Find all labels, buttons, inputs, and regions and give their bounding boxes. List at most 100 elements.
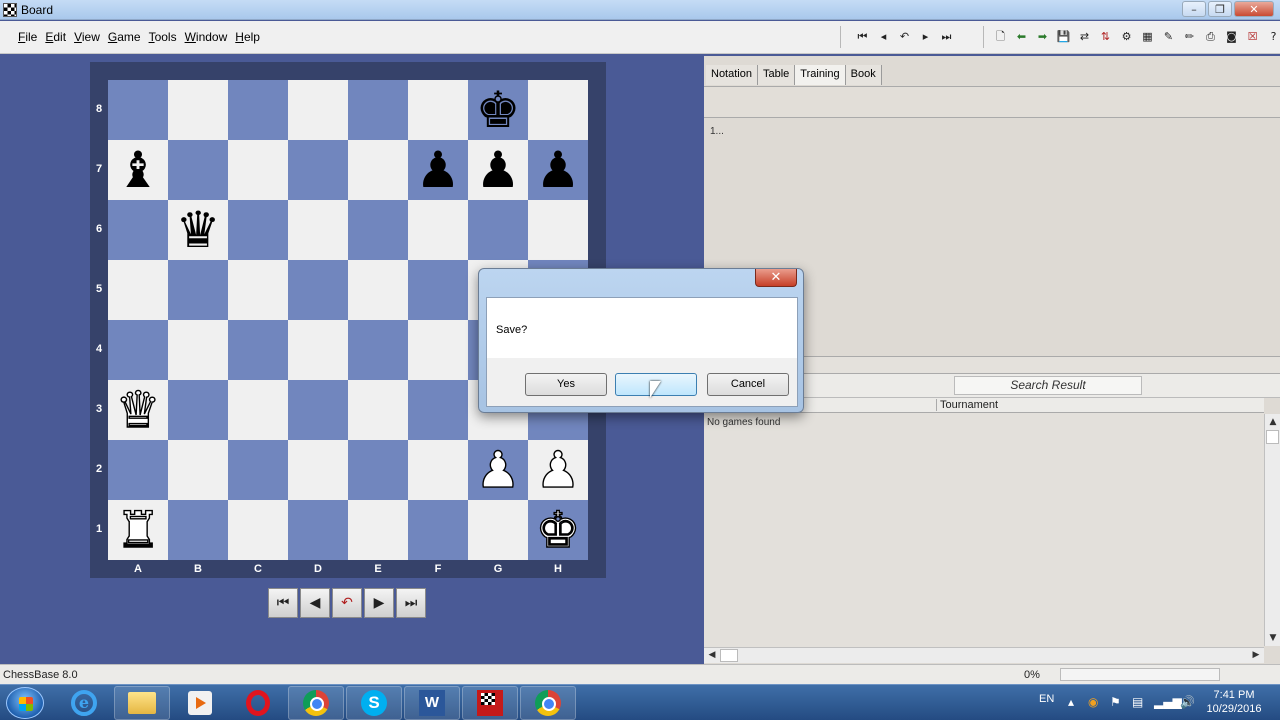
tray-app-icon[interactable]: ◉ bbox=[1088, 695, 1098, 709]
black-king[interactable]: ♚ bbox=[476, 85, 521, 135]
white-pawn[interactable]: ♟ bbox=[535, 444, 581, 495]
square-a8[interactable] bbox=[108, 80, 168, 140]
scroll-up-icon[interactable]: ▲ bbox=[1265, 414, 1280, 430]
horizontal-scrollbar[interactable]: ◀ ▶ bbox=[704, 647, 1264, 663]
square-a5[interactable] bbox=[108, 260, 168, 320]
square-e8[interactable] bbox=[348, 80, 408, 140]
first-move-button[interactable]: ⏮ bbox=[268, 588, 298, 618]
taskbar-explorer[interactable] bbox=[114, 686, 170, 720]
square-d2[interactable] bbox=[288, 440, 348, 500]
black-bishop[interactable]: ♝ bbox=[116, 145, 161, 195]
square-b1[interactable] bbox=[168, 500, 228, 560]
camera-icon[interactable]: ◙ bbox=[1223, 29, 1240, 45]
square-g6[interactable] bbox=[468, 200, 528, 260]
scroll-down-icon[interactable]: ▼ bbox=[1265, 630, 1280, 646]
replace-icon[interactable]: ⇄ bbox=[1076, 29, 1093, 45]
tab-notation[interactable]: Notation bbox=[706, 65, 758, 85]
white-king[interactable]: ♚ bbox=[535, 504, 581, 555]
square-d8[interactable] bbox=[288, 80, 348, 140]
white-queen[interactable]: ♛ bbox=[115, 384, 161, 435]
minimize-button[interactable]: – bbox=[1182, 1, 1206, 17]
vertical-scrollbar[interactable]: ▲ ▼ bbox=[1264, 414, 1280, 646]
menu-help[interactable]: Help bbox=[231, 30, 264, 44]
square-c4[interactable] bbox=[228, 320, 288, 380]
taskbar-opera[interactable] bbox=[230, 686, 286, 720]
taskbar-skype[interactable]: S bbox=[346, 686, 402, 720]
square-b2[interactable] bbox=[168, 440, 228, 500]
square-e1[interactable] bbox=[348, 500, 408, 560]
menu-view[interactable]: View bbox=[70, 30, 104, 44]
show-hidden-icons-icon[interactable]: ▴ bbox=[1068, 695, 1074, 709]
menu-edit[interactable]: Edit bbox=[41, 30, 70, 44]
square-c7[interactable] bbox=[228, 140, 288, 200]
square-f3[interactable] bbox=[408, 380, 468, 440]
square-g8[interactable]: ♚ bbox=[468, 80, 528, 140]
close-window-button[interactable]: ✕ bbox=[1234, 1, 1274, 17]
square-b3[interactable] bbox=[168, 380, 228, 440]
pen-icon[interactable]: ✎ bbox=[1160, 29, 1177, 45]
square-e6[interactable] bbox=[348, 200, 408, 260]
device-icon[interactable]: ▤ bbox=[1132, 695, 1143, 709]
square-f5[interactable] bbox=[408, 260, 468, 320]
square-c2[interactable] bbox=[228, 440, 288, 500]
square-a6[interactable] bbox=[108, 200, 168, 260]
next-move-button[interactable]: ▶ bbox=[364, 588, 394, 618]
engine-icon[interactable]: ⚙ bbox=[1118, 29, 1135, 45]
take-back-icon[interactable]: ↶ bbox=[896, 29, 913, 45]
square-c8[interactable] bbox=[228, 80, 288, 140]
square-c3[interactable] bbox=[228, 380, 288, 440]
square-f4[interactable] bbox=[408, 320, 468, 380]
system-clock[interactable]: 7:41 PM 10/29/2016 bbox=[1199, 688, 1269, 716]
square-g7[interactable]: ♟ bbox=[468, 140, 528, 200]
square-f6[interactable] bbox=[408, 200, 468, 260]
prev-move-icon[interactable]: ◂ bbox=[875, 29, 892, 45]
cancel-button[interactable]: Cancel bbox=[707, 373, 789, 396]
take-back-button[interactable]: ↶ bbox=[332, 588, 362, 618]
first-move-icon[interactable]: ⏮ bbox=[854, 29, 871, 45]
last-move-icon[interactable]: ⏭ bbox=[938, 29, 955, 45]
print-icon[interactable]: ⎙ bbox=[1202, 29, 1219, 45]
scroll-left-icon[interactable]: ◀ bbox=[704, 648, 720, 663]
white-rook[interactable]: ♜ bbox=[115, 504, 161, 555]
square-b6[interactable]: ♛ bbox=[168, 200, 228, 260]
square-h8[interactable] bbox=[528, 80, 588, 140]
square-d7[interactable] bbox=[288, 140, 348, 200]
save-icon[interactable]: 💾 bbox=[1055, 29, 1072, 45]
taskbar-media-player[interactable] bbox=[172, 686, 228, 720]
square-e5[interactable] bbox=[348, 260, 408, 320]
square-c6[interactable] bbox=[228, 200, 288, 260]
menu-game[interactable]: Game bbox=[104, 30, 145, 44]
taskbar-chrome-2[interactable] bbox=[520, 686, 576, 720]
white-pawn[interactable]: ♟ bbox=[475, 444, 521, 495]
analysis-icon[interactable]: ☒ bbox=[1244, 29, 1261, 45]
square-c5[interactable] bbox=[228, 260, 288, 320]
square-a4[interactable] bbox=[108, 320, 168, 380]
tournament-column-header[interactable]: Tournament bbox=[936, 399, 998, 411]
square-h1[interactable]: ♚ bbox=[528, 500, 588, 560]
prev-move-button[interactable]: ◀ bbox=[300, 588, 330, 618]
arrow-right-icon[interactable]: ➡ bbox=[1034, 29, 1051, 45]
black-pawn[interactable]: ♟ bbox=[416, 145, 461, 195]
square-h2[interactable]: ♟ bbox=[528, 440, 588, 500]
square-g1[interactable] bbox=[468, 500, 528, 560]
square-f7[interactable]: ♟ bbox=[408, 140, 468, 200]
square-e2[interactable] bbox=[348, 440, 408, 500]
flip-board-icon[interactable]: ⇅ bbox=[1097, 29, 1114, 45]
menu-tools[interactable]: Tools bbox=[145, 30, 181, 44]
scroll-thumb[interactable] bbox=[1266, 430, 1279, 444]
square-b4[interactable] bbox=[168, 320, 228, 380]
square-a7[interactable]: ♝ bbox=[108, 140, 168, 200]
square-a1[interactable]: ♜ bbox=[108, 500, 168, 560]
black-queen[interactable]: ♛ bbox=[176, 205, 221, 255]
square-d3[interactable] bbox=[288, 380, 348, 440]
square-d6[interactable] bbox=[288, 200, 348, 260]
black-pawn[interactable]: ♟ bbox=[476, 145, 521, 195]
restore-button[interactable]: ❐ bbox=[1208, 1, 1232, 17]
square-e4[interactable] bbox=[348, 320, 408, 380]
arrow-left-icon[interactable]: ⬅ bbox=[1013, 29, 1030, 45]
taskbar-ie[interactable]: e bbox=[56, 686, 112, 720]
new-game-icon[interactable]: 🗋 bbox=[992, 29, 1009, 45]
yes-button[interactable]: Yes bbox=[525, 373, 607, 396]
pencil-icon[interactable]: ✏ bbox=[1181, 29, 1198, 45]
square-e7[interactable] bbox=[348, 140, 408, 200]
